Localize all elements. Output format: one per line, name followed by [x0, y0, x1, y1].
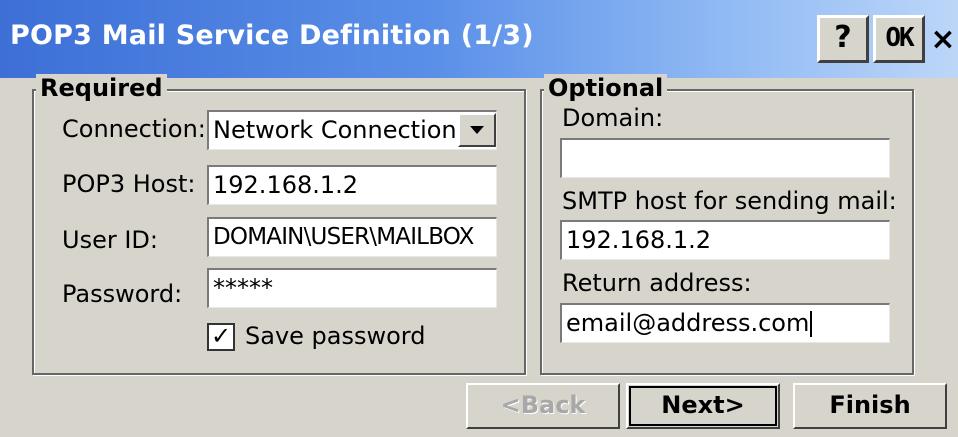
ok-button[interactable]: OK — [873, 15, 925, 63]
title-bar: POP3 Mail Service Definition (1/3) ? OK … — [0, 0, 958, 78]
password-label: Password: — [62, 280, 183, 308]
return-address-label: Return address: — [562, 269, 752, 297]
close-icon[interactable]: × — [928, 18, 958, 62]
back-button[interactable]: <Back — [466, 383, 620, 429]
domain-label: Domain: — [562, 104, 664, 132]
save-password-label[interactable]: Save password — [245, 322, 425, 350]
help-button[interactable]: ? — [817, 15, 869, 63]
smtp-host-input[interactable]: 192.168.1.2 — [560, 220, 890, 260]
domain-input[interactable] — [560, 138, 890, 178]
finish-button[interactable]: Finish — [793, 383, 947, 429]
chevron-down-icon — [470, 126, 484, 134]
save-password-checkbox[interactable]: ✓ — [207, 323, 235, 351]
user-id-input[interactable]: DOMAIN\USER\MAILBOX — [207, 217, 497, 257]
window-title: POP3 Mail Service Definition (1/3) — [10, 20, 534, 51]
required-legend: Required — [36, 74, 167, 102]
connection-dropdown-button[interactable] — [458, 113, 496, 147]
pop3-host-label: POP3 Host: — [62, 170, 196, 198]
password-input[interactable]: ***** — [207, 268, 497, 308]
smtp-host-label: SMTP host for sending mail: — [562, 187, 897, 215]
return-address-value: email@address.com — [566, 309, 810, 337]
connection-select[interactable]: Network Connection — [207, 110, 497, 150]
next-button[interactable]: Next> — [626, 383, 780, 429]
return-address-input[interactable]: email@address.com — [560, 303, 890, 343]
pop3-host-input[interactable]: 192.168.1.2 — [207, 165, 497, 205]
user-id-label: User ID: — [62, 226, 158, 254]
connection-label: Connection: — [62, 115, 206, 143]
optional-legend: Optional — [544, 74, 668, 102]
connection-value: Network Connection — [213, 116, 457, 144]
